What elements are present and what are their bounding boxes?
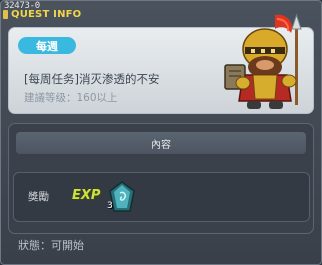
reward-box: 獎勵 EXP 3 — [13, 172, 310, 222]
quest-status: 狀態：可開始 — [18, 239, 84, 252]
quest-name: [每周任务]消灭渗透的不安 — [24, 72, 160, 86]
quest-info-window: 32473-0 QUEST INFO 每週 [每周任务]消灭渗透的不安 建議等级… — [0, 0, 322, 265]
title-bullet-icon — [3, 10, 8, 19]
quest-content-panel: 內容 獎勵 EXP 3 — [8, 123, 314, 234]
quest-level-requirement: 建議等级：160以上 — [24, 92, 118, 104]
knight-npc-icon — [224, 13, 302, 109]
quest-type-badge: 每週 — [18, 37, 76, 54]
content-section-title: 內容 — [16, 132, 306, 154]
quest-header-panel: 每週 [每周任务]消灭渗透的不安 建議等级：160以上 — [8, 13, 314, 114]
exp-reward-icon: EXP — [72, 188, 101, 203]
reward-item-count: 3 — [107, 201, 113, 211]
window-title: QUEST INFO — [11, 9, 82, 20]
reward-label: 獎勵 — [28, 191, 49, 203]
